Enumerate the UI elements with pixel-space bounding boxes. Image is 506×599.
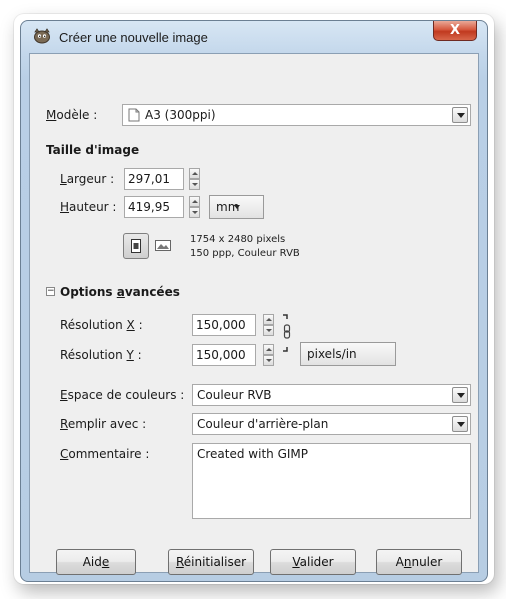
advanced-options-heading[interactable]: Options avancées [60, 285, 180, 299]
res-y-field[interactable]: 150,000 [192, 344, 256, 366]
landscape-icon [155, 240, 171, 251]
pixel-size-text: 1754 x 2480 pixels [190, 234, 286, 245]
fill-label: Remplir avec : [60, 417, 147, 431]
res-y-label: Résolution Y : [60, 348, 142, 362]
spin-down-icon [189, 179, 200, 190]
width-spinner[interactable] [189, 168, 200, 190]
chevron-down-icon[interactable] [452, 416, 468, 432]
resolution-unit-select[interactable]: pixels/in [300, 342, 396, 366]
comment-label: Commentaire : [60, 447, 150, 461]
chevron-down-icon[interactable] [452, 387, 468, 403]
image-size-heading: Taille d'image [46, 143, 140, 157]
comment-textarea[interactable]: Created with GIMP [192, 443, 471, 519]
res-x-spinner[interactable] [263, 314, 274, 336]
width-label: Largeur : [60, 172, 115, 186]
template-select[interactable]: A3 (300ppi) [122, 104, 471, 126]
chevron-down-icon [234, 205, 240, 209]
dialog-window: Créer une nouvelle image X Modèle : A3 (… [20, 20, 488, 582]
close-icon: X [449, 23, 461, 38]
colorspace-label: Espace de couleurs : [60, 388, 185, 402]
document-icon [128, 108, 140, 122]
reset-button[interactable]: Réinitialiser [168, 549, 254, 575]
portrait-button[interactable] [123, 233, 149, 259]
spin-up-icon [189, 196, 200, 207]
help-button[interactable]: Aide [56, 549, 136, 575]
landscape-button[interactable] [153, 236, 175, 256]
chevron-down-icon[interactable] [452, 107, 468, 123]
spin-up-icon [189, 168, 200, 179]
window-title: Créer une nouvelle image [59, 30, 208, 45]
fill-select[interactable]: Couleur d'arrière-plan [192, 413, 471, 435]
height-field[interactable]: 419,95 [124, 196, 184, 218]
colorspace-select[interactable]: Couleur RVB [192, 384, 471, 406]
unit-select[interactable]: mm [209, 195, 264, 219]
resolution-unit-value: pixels/in [307, 347, 357, 361]
res-x-label: Résolution X : [60, 318, 143, 332]
collapse-toggle-icon[interactable]: − [46, 287, 55, 296]
cancel-button[interactable]: Annuler [376, 549, 462, 575]
spin-down-icon [263, 325, 274, 336]
title-bar[interactable]: Créer une nouvelle image X [21, 21, 487, 53]
gimp-icon [34, 28, 50, 44]
resolution-info-text: 150 ppp, Couleur RVB [190, 248, 300, 259]
close-button[interactable]: X [433, 21, 477, 41]
portrait-icon [131, 239, 141, 253]
template-label: Modèle : [46, 108, 98, 122]
spin-down-icon [263, 355, 274, 366]
chain-link-icon[interactable] [281, 311, 293, 355]
ok-button[interactable]: Valider [270, 549, 356, 575]
colorspace-value: Couleur RVB [197, 388, 272, 402]
spin-up-icon [263, 314, 274, 325]
dialog-content: Modèle : A3 (300ppi) Taille d'image Larg… [29, 53, 479, 575]
image-info: 1754 x 2480 pixels 150 ppp, Couleur RVB [190, 233, 300, 261]
spin-up-icon [263, 344, 274, 355]
height-label: Hauteur : [60, 200, 117, 214]
res-y-spinner[interactable] [263, 344, 274, 366]
spin-down-icon [189, 207, 200, 218]
template-value: A3 (300ppi) [145, 108, 216, 122]
width-field[interactable]: 297,01 [124, 168, 184, 190]
fill-value: Couleur d'arrière-plan [197, 417, 329, 431]
res-x-field[interactable]: 150,000 [192, 314, 256, 336]
height-spinner[interactable] [189, 196, 200, 218]
